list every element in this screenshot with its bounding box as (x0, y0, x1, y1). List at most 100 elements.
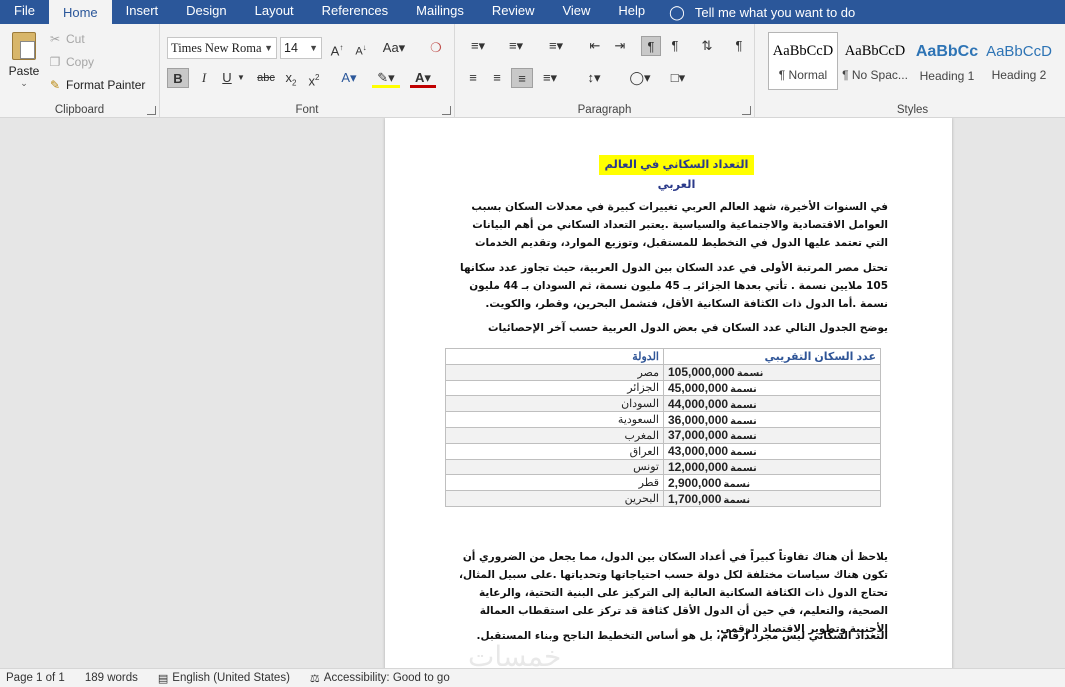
table-row: البحرين 1,700,000 نسمة (445, 490, 881, 507)
grow-font-icon[interactable]: A↑ (328, 38, 346, 58)
ltr-direction-icon[interactable]: ¶ (641, 36, 661, 56)
tab-references[interactable]: References (308, 0, 402, 24)
accessibility-indicator[interactable]: ⚖ Accessibility: Good to go (310, 672, 450, 685)
style-heading-2-sample: AaBbCcD (986, 43, 1052, 60)
population-value: 44,000,000 (668, 396, 729, 411)
language-indicator[interactable]: ▤ English (United States) (158, 672, 290, 685)
borders-icon[interactable]: □▾ (663, 68, 693, 88)
change-case-icon[interactable]: Aa▾ (380, 38, 408, 58)
ribbon: Paste ⌄ ✂ Cut ❐ Copy ✎ Format Painter Cl… (0, 24, 1065, 118)
copy-button[interactable]: ❐ Copy (48, 55, 94, 69)
multilevel-list-icon[interactable]: ≡▾ (541, 36, 571, 56)
style-heading-1-name: Heading 1 (919, 69, 975, 83)
style-normal[interactable]: AaBbCcD ¶ Normal (768, 32, 838, 90)
population-unit: نسمة (730, 399, 757, 411)
clear-formatting-icon[interactable]: ❍ (426, 38, 446, 58)
scissors-icon: ✂ (49, 32, 61, 46)
page-count[interactable]: Page 1 of 1 (6, 672, 65, 684)
chevron-down-icon[interactable]: ⌄ (6, 78, 42, 89)
style-heading-1-sample: AaBbCc (915, 43, 979, 60)
paragraph-launcher-icon[interactable] (742, 106, 751, 115)
font-group-label: Font (295, 104, 319, 116)
subscript-button[interactable]: x2 (282, 68, 300, 88)
text-effects-icon[interactable]: A▾ (336, 68, 362, 88)
align-center-icon[interactable]: ≡ (487, 68, 507, 88)
population-cell: 37,000,000 نسمة (663, 426, 881, 444)
population-value: 2,900,000 (668, 475, 722, 490)
tell-me-search[interactable]: ◯ Tell me what you want to do (669, 4, 855, 21)
paste-button[interactable]: Paste ⌄ (6, 30, 42, 90)
format-painter-button[interactable]: ✎ Format Painter (48, 78, 145, 92)
lightbulb-icon: ◯ (669, 3, 685, 20)
country-cell: المغرب (445, 426, 664, 444)
tab-review[interactable]: Review (478, 0, 549, 24)
style-heading-2[interactable]: AaBbCcD Heading 2 (984, 32, 1054, 90)
justify-icon[interactable]: ≡▾ (537, 68, 563, 88)
cut-label: Cut (66, 32, 85, 46)
table-row: السودان 44,000,000 نسمة (445, 395, 881, 413)
header-country: الدولة (445, 348, 664, 365)
population-cell: 43,000,000 نسمة (663, 442, 881, 460)
menu-bar: File Home Insert Design Layout Reference… (0, 0, 1065, 24)
tab-mailings[interactable]: Mailings (402, 0, 478, 24)
font-group: Times New Roma ▼ 14 ▼ A↑ A↓ Aa▾ ❍ B I U … (160, 24, 455, 118)
tab-view[interactable]: View (548, 0, 604, 24)
sort-icon[interactable]: ⇅ (697, 36, 717, 56)
document-title: التعداد السكاني في العالم العربي (599, 155, 754, 191)
country-cell: الجزائر (445, 379, 664, 397)
language-label: English (United States) (172, 672, 290, 684)
tab-layout[interactable]: Layout (241, 0, 308, 24)
style-no-spacing[interactable]: AaBbCcD ¶ No Spac... (840, 32, 910, 90)
tab-design[interactable]: Design (172, 0, 240, 24)
rtl-direction-icon[interactable]: ¶ (665, 36, 685, 56)
font-name-select[interactable]: Times New Roma ▼ (167, 37, 277, 59)
tab-home[interactable]: Home (48, 0, 112, 24)
show-formatting-icon[interactable]: ¶ (729, 36, 749, 56)
bold-button[interactable]: B (167, 68, 189, 88)
line-spacing-icon[interactable]: ↕▾ (579, 68, 609, 88)
paragraph-group: ≡▾ ≡▾ ≡▾ ⇤ ⇥ ¶ ¶ ⇅ ¶ ≡ ≡ ≡ ≡▾ ↕▾ ◯▾ □▾ P… (455, 24, 755, 118)
increase-indent-icon[interactable]: ⇥ (610, 36, 630, 56)
table-header-row: الدولة عدد السكان التقريبي (445, 348, 881, 365)
tab-insert[interactable]: Insert (112, 0, 173, 24)
table-row: العراق 43,000,000 نسمة (445, 442, 881, 460)
italic-button[interactable]: I (195, 68, 213, 88)
bullets-icon[interactable]: ≡▾ (465, 36, 491, 56)
shrink-font-icon[interactable]: A↓ (352, 38, 370, 58)
population-unit: نسمة (723, 478, 751, 490)
strikethrough-button[interactable]: abc (255, 68, 277, 88)
population-unit: نسمة (723, 494, 751, 506)
highlight-color-icon[interactable]: ✎▾ (372, 68, 400, 88)
chevron-down-icon[interactable]: ▼ (236, 68, 246, 88)
font-launcher-icon[interactable] (442, 106, 451, 115)
style-heading-1[interactable]: AaBbCc Heading 1 (912, 32, 982, 90)
align-right-icon[interactable]: ≡ (511, 68, 533, 88)
font-name-value: Times New Roma (171, 41, 262, 55)
underline-button[interactable]: U (218, 68, 236, 88)
population-table: الدولة عدد السكان التقريبي مصر 105,000,0… (445, 348, 881, 507)
chevron-down-icon: ▼ (309, 43, 318, 53)
superscript-button[interactable]: x2 (305, 68, 323, 88)
status-bar: Page 1 of 1 189 words ▤ English (United … (0, 668, 1065, 687)
numbering-icon[interactable]: ≡▾ (503, 36, 529, 56)
document-area[interactable]: التعداد السكاني في العالم العربي في السن… (0, 118, 1065, 668)
proofing-icon: ▤ (157, 672, 169, 685)
decrease-indent-icon[interactable]: ⇤ (585, 36, 605, 56)
document-page[interactable]: التعداد السكاني في العالم العربي في السن… (385, 118, 952, 668)
clipboard-launcher-icon[interactable] (147, 106, 156, 115)
accessibility-icon: ⚖ (309, 672, 320, 685)
chevron-down-icon: ▼ (264, 43, 273, 53)
tab-file[interactable]: File (0, 0, 49, 24)
word-count[interactable]: 189 words (85, 672, 138, 684)
population-value: 12,000,000 (668, 459, 729, 474)
shading-icon[interactable]: ◯▾ (625, 68, 655, 88)
style-normal-sample: AaBbCcD (772, 43, 834, 59)
table-row: تونس 12,000,000 نسمة (445, 458, 881, 476)
font-size-select[interactable]: 14 ▼ (280, 37, 322, 59)
tab-help[interactable]: Help (604, 0, 659, 24)
cut-button[interactable]: ✂ Cut (48, 32, 85, 46)
align-left-icon[interactable]: ≡ (463, 68, 483, 88)
country-cell: قطر (445, 474, 664, 492)
copy-icon: ❐ (49, 55, 61, 69)
font-color-icon[interactable]: A▾ (410, 68, 436, 88)
